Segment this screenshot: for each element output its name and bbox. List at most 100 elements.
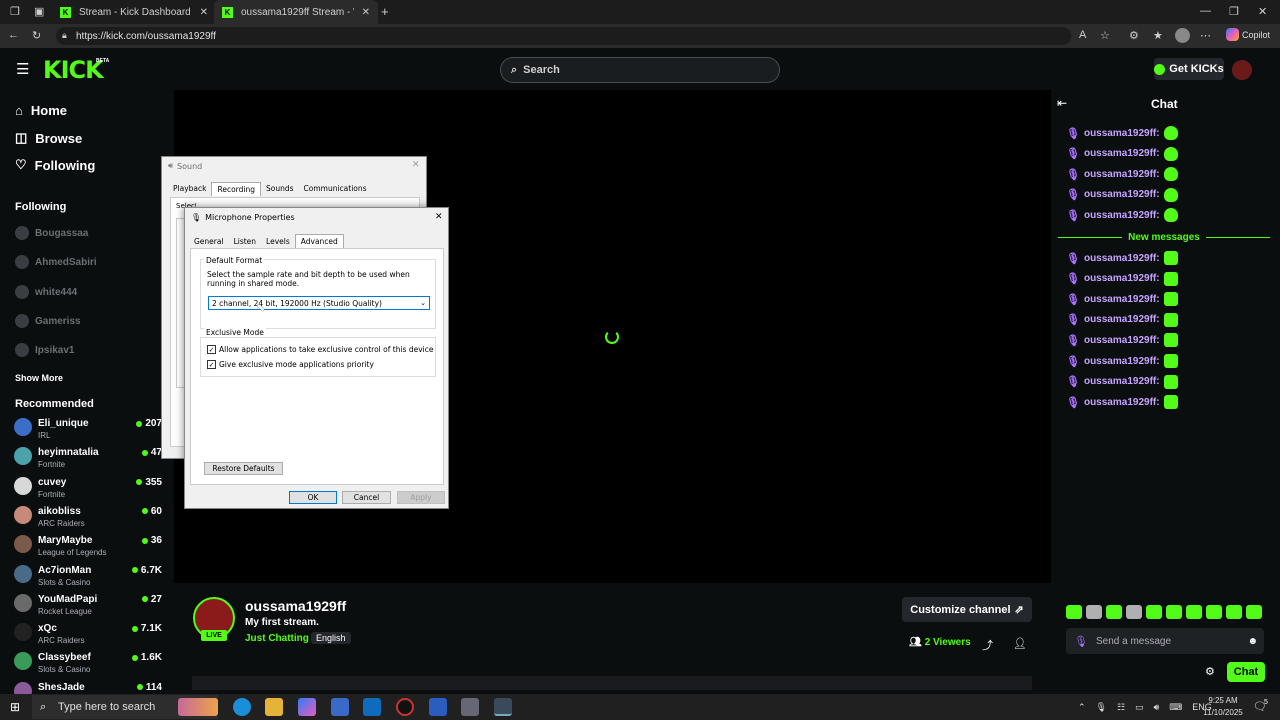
copilot-button[interactable]: Copilot — [1226, 28, 1270, 41]
tab-playback[interactable]: Playback — [168, 182, 211, 196]
minimize-icon[interactable]: — — [1200, 5, 1211, 17]
stream-category[interactable]: Just Chatting — [245, 633, 309, 644]
recommended-item[interactable]: Ac7ionMan Slots & Casino 6.7K — [14, 564, 162, 589]
search-highlight-icon[interactable] — [178, 698, 218, 716]
search-input[interactable]: ⌕ Search — [500, 57, 780, 83]
tab-advanced[interactable]: Advanced — [294, 234, 344, 248]
recommended-item[interactable]: cuvey Fortnite 355 — [14, 476, 162, 501]
close-tab-icon[interactable]: ✕ — [362, 7, 370, 18]
following-item[interactable]: Bougassaa — [15, 226, 88, 240]
recommended-item[interactable]: aikobliss ARC Raiders 60 — [14, 505, 162, 530]
favorites-icon[interactable]: ★ — [1153, 29, 1163, 42]
recommended-item[interactable]: xQc ARC Raiders 7.1K — [14, 623, 162, 647]
favorite-star-icon[interactable]: ☆ — [1100, 29, 1110, 42]
chat-username[interactable]: oussama1929ff: — [1084, 376, 1160, 387]
recommended-item[interactable]: YouMadPapi Rocket League 27 — [14, 593, 162, 618]
chat-message[interactable]: 🎙︎ oussama1929ff: — [1066, 146, 1178, 161]
tab-levels[interactable]: Levels — [261, 235, 295, 248]
exclusive-priority-checkbox[interactable]: ✓ Give exclusive mode applications prior… — [207, 360, 374, 369]
collapse-chat-icon[interactable]: ⇤ — [1057, 96, 1067, 110]
browser-tab-dashboard[interactable]: K Stream - Kick Dashboard ✕ — [52, 0, 216, 24]
workspaces-icon[interactable]: ❐ — [10, 5, 20, 18]
emote-icon[interactable] — [1206, 605, 1222, 619]
chat-message[interactable]: 🎙︎ oussama1929ff: — [1066, 312, 1178, 327]
obs-icon[interactable] — [396, 698, 414, 716]
chat-username[interactable]: oussama1929ff: — [1084, 253, 1160, 264]
outlook-icon[interactable] — [363, 698, 381, 716]
chat-message[interactable]: 🎙︎ oussama1929ff: — [1066, 354, 1178, 368]
chat-username[interactable]: oussama1929ff: — [1084, 397, 1160, 408]
get-kicks-button[interactable]: Get KICKs — [1154, 58, 1224, 80]
kick-logo[interactable]: KICK — [43, 56, 104, 84]
clock[interactable]: 9:25 AM 11/10/2025 — [1200, 695, 1246, 719]
chat-message[interactable]: 🎙︎ oussama1929ff: — [1066, 208, 1178, 223]
battery-icon[interactable]: ▭ — [1135, 702, 1144, 713]
emote-icon[interactable] — [1186, 605, 1202, 619]
mic-tray-icon[interactable]: 🎙︎ — [1096, 702, 1107, 713]
chat-message[interactable]: 🎙︎ oussama1929ff: — [1066, 187, 1178, 202]
customize-channel-button[interactable]: Customize channel ⇗ — [902, 597, 1032, 622]
chat-username[interactable]: oussama1929ff: — [1084, 273, 1160, 284]
copilot-app-icon[interactable] — [298, 698, 316, 716]
follow-user-icon[interactable]: 👤︎ — [1013, 637, 1027, 650]
close-window-icon[interactable]: ✕ — [1258, 5, 1267, 18]
volume-icon[interactable]: 🔊︎ — [1154, 702, 1160, 713]
edge-icon[interactable] — [233, 698, 251, 716]
following-item[interactable]: white444 — [15, 285, 77, 299]
emote-icon[interactable] — [1146, 605, 1162, 619]
url-field[interactable]: https://kick.com/oussama1929ff — [56, 27, 1071, 45]
format-select[interactable]: 2 channel, 24 bit, 192000 Hz (Studio Qua… — [208, 296, 430, 310]
chat-message[interactable]: 🎙︎ oussama1929ff: — [1066, 374, 1178, 389]
tab-listen[interactable]: Listen — [229, 235, 261, 248]
windows-start-icon[interactable]: ⊞ — [10, 700, 20, 714]
cancel-button[interactable]: Cancel — [342, 491, 391, 504]
nav-home[interactable]: ⌂ Home — [15, 103, 67, 118]
recommended-item[interactable]: MaryMaybe League of Legends 36 — [14, 535, 162, 559]
chat-username[interactable]: oussama1929ff: — [1084, 356, 1160, 367]
share-icon[interactable]: ⤴ — [982, 637, 993, 653]
chat-settings-gear-icon[interactable]: ⚙ — [1205, 665, 1215, 678]
network-icon[interactable]: ☷ — [1117, 702, 1125, 713]
chat-username[interactable]: oussama1929ff: — [1084, 128, 1160, 139]
chat-username[interactable]: oussama1929ff: — [1084, 294, 1160, 305]
language-tag[interactable]: English — [311, 632, 351, 644]
channel-name[interactable]: oussama1929ff — [245, 598, 346, 614]
user-avatar[interactable] — [1232, 60, 1252, 80]
exclusive-control-checkbox[interactable]: ✓ Allow applications to take exclusive c… — [207, 345, 433, 354]
emote-icon[interactable] — [1246, 605, 1262, 619]
emote-icon[interactable] — [1226, 605, 1242, 619]
read-aloud-icon[interactable]: A — [1079, 29, 1086, 41]
following-item[interactable]: AhmedSabiri — [15, 255, 97, 269]
recommended-item[interactable]: Classybeef Slots & Casino 1.6K — [14, 652, 162, 676]
chat-message[interactable]: 🎙︎ oussama1929ff: — [1066, 126, 1178, 140]
store-icon[interactable] — [331, 698, 349, 716]
sound-settings-app-icon[interactable] — [494, 698, 512, 716]
chat-send-button[interactable]: Chat — [1227, 662, 1265, 682]
tab-general[interactable]: General — [189, 235, 229, 248]
emoji-icon[interactable]: ☻ — [1247, 636, 1264, 647]
chat-username[interactable]: oussama1929ff: — [1084, 314, 1160, 325]
app-icon[interactable] — [461, 698, 479, 716]
keyboard-icon[interactable]: ⌨ — [1169, 702, 1182, 713]
chat-username[interactable]: oussama1929ff: — [1084, 335, 1160, 346]
back-icon[interactable]: ← — [8, 29, 19, 41]
chat-message[interactable]: 🎙︎ oussama1929ff: — [1066, 292, 1178, 307]
close-icon[interactable]: ✕ — [435, 212, 443, 222]
emote-icon[interactable] — [1126, 605, 1142, 619]
file-explorer-icon[interactable] — [265, 698, 283, 716]
recommended-item[interactable]: heyimnatalia Fortnite 47 — [14, 447, 162, 471]
close-tab-icon[interactable]: ✕ — [200, 7, 208, 18]
emote-icon[interactable] — [1106, 605, 1122, 619]
more-menu-icon[interactable]: ⋯ — [1200, 29, 1211, 42]
chevron-up-icon[interactable]: ⌃ — [1078, 702, 1086, 713]
following-item[interactable]: Gameriss — [15, 314, 81, 328]
nav-following[interactable]: ♡ Following — [15, 157, 95, 173]
chat-username[interactable]: oussama1929ff: — [1084, 148, 1160, 159]
chat-message[interactable]: 🎙︎ oussama1929ff: — [1066, 251, 1178, 265]
ok-button[interactable]: OK — [289, 491, 337, 504]
chat-message[interactable]: 🎙︎ oussama1929ff: — [1066, 395, 1178, 410]
hamburger-menu-icon[interactable]: ☰ — [16, 60, 29, 78]
emote-icon[interactable] — [1066, 605, 1082, 619]
close-icon[interactable]: ✕ — [412, 160, 420, 170]
tab-communications[interactable]: Communications — [299, 182, 372, 196]
